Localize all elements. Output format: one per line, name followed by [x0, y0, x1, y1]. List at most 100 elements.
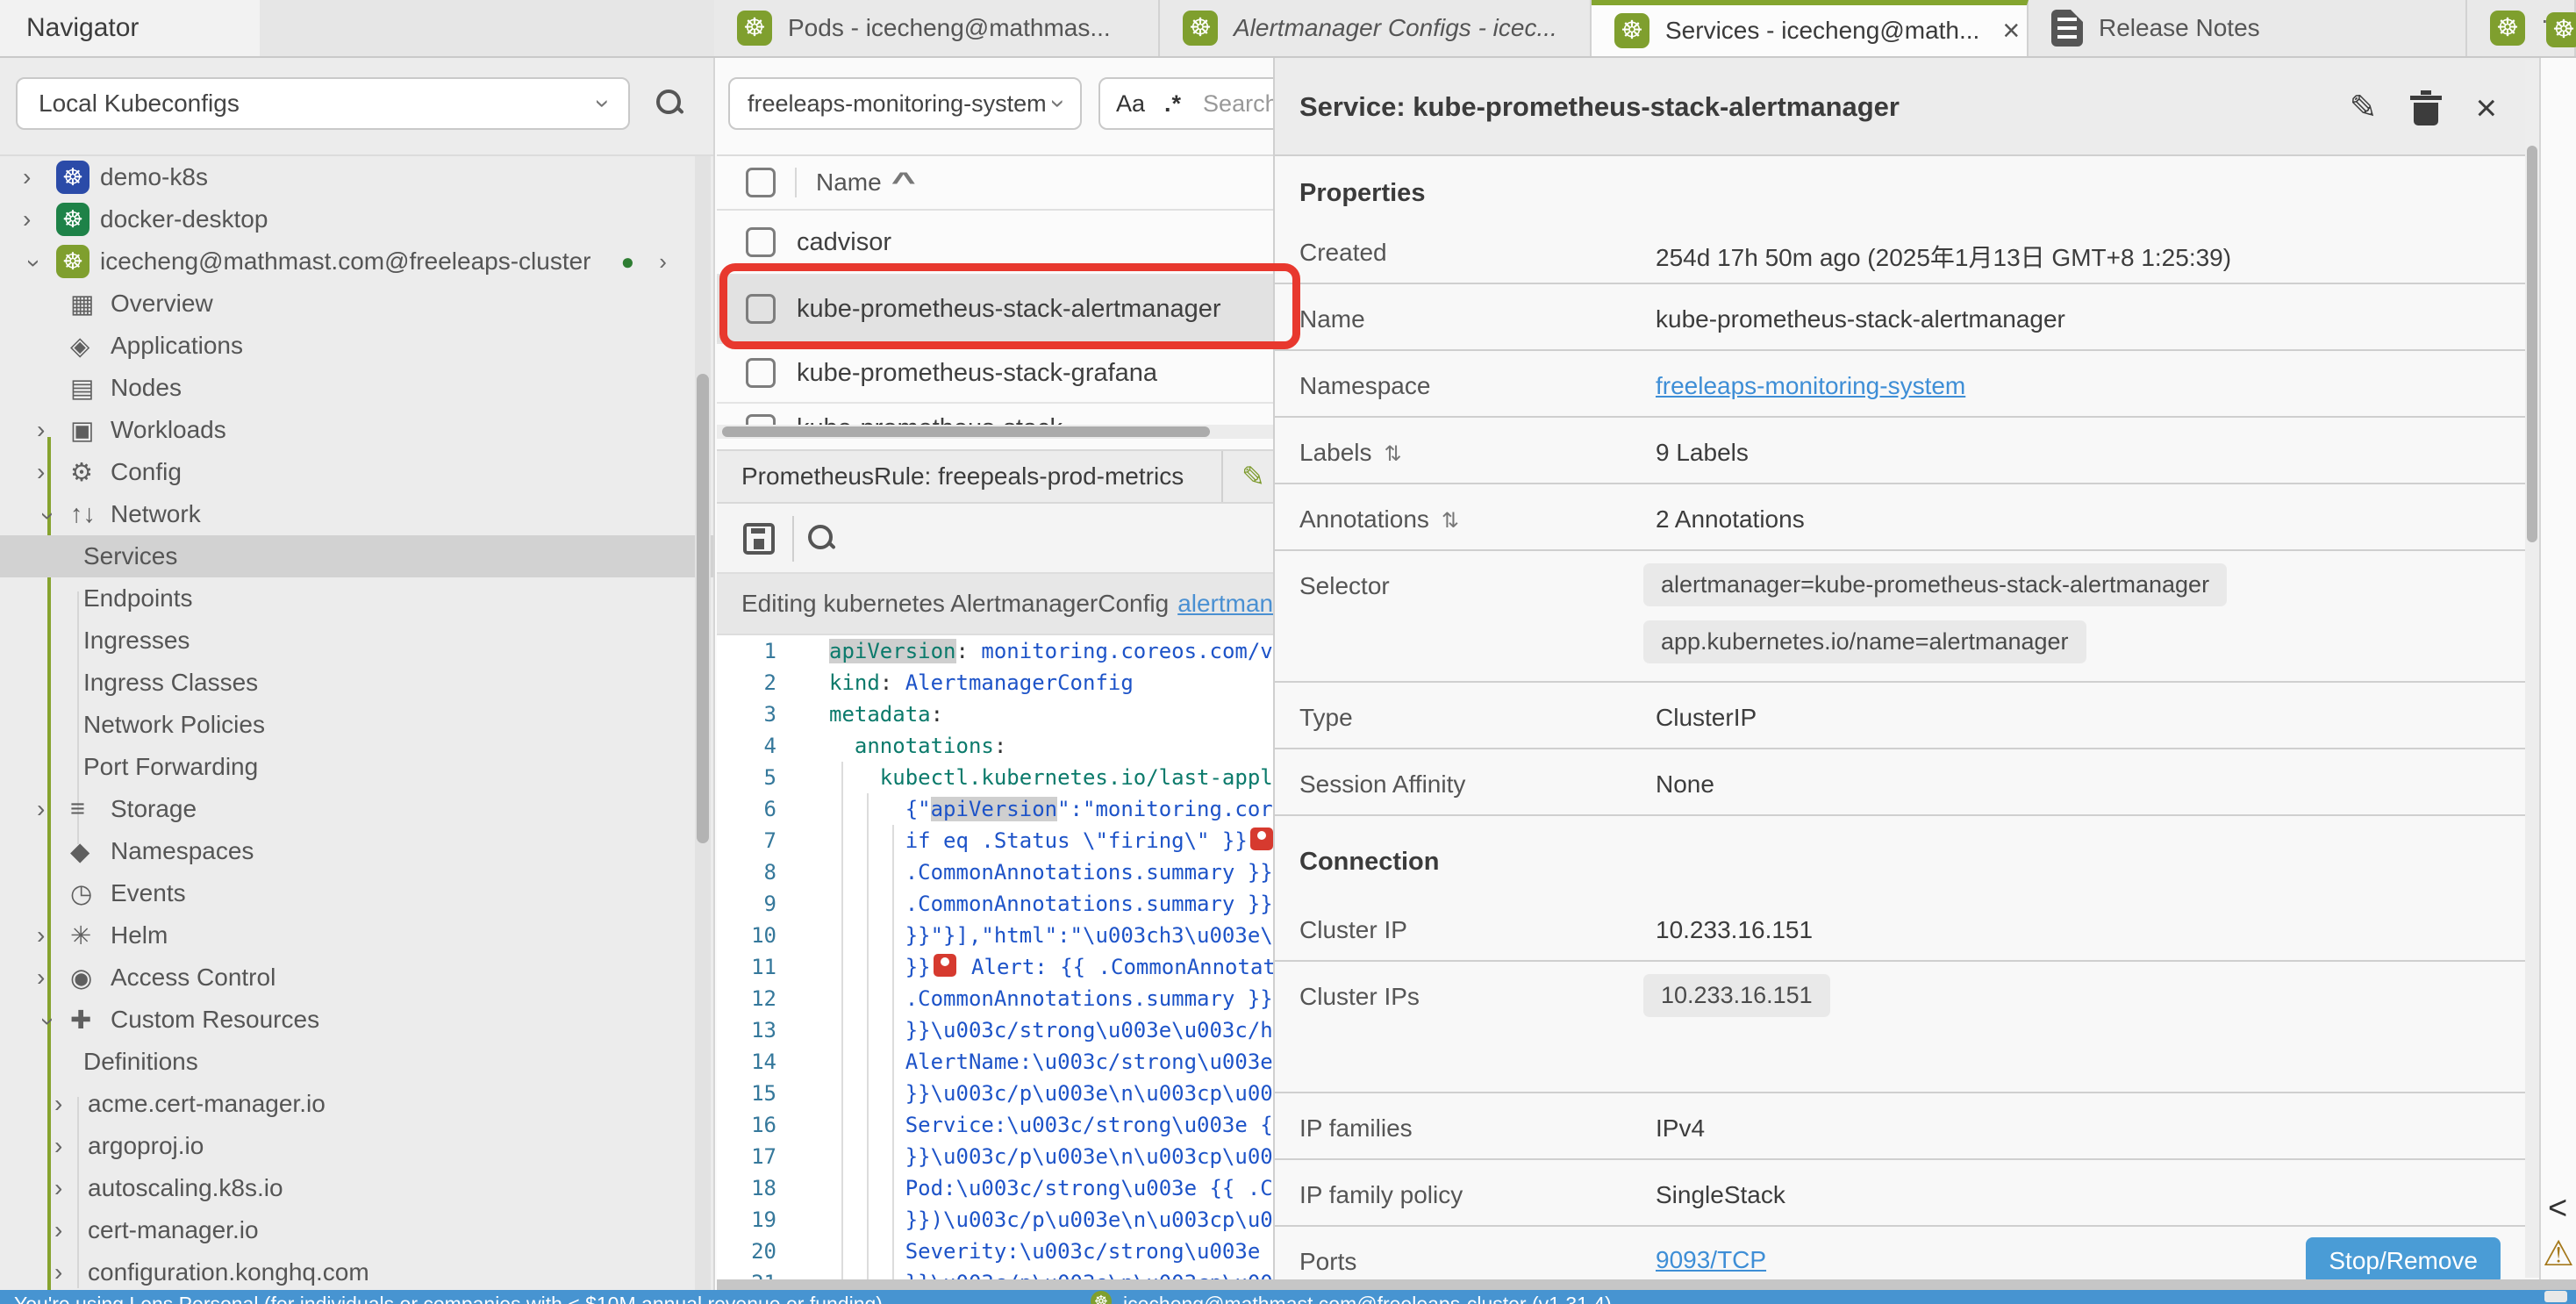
- edit-icon[interactable]: ✎: [1241, 460, 1265, 493]
- close-icon[interactable]: ×: [2475, 90, 2497, 125]
- line-number: 5: [717, 762, 776, 793]
- chevron-right-icon[interactable]: ›: [54, 1216, 88, 1244]
- chevron-right-icon[interactable]: ›: [37, 795, 70, 823]
- sidebar-item-services[interactable]: Services: [0, 535, 715, 577]
- edit-icon[interactable]: ✎: [2350, 88, 2378, 127]
- chevron-right-icon[interactable]: ›: [659, 248, 667, 276]
- chevron-down-icon[interactable]: ›: [34, 1005, 62, 1038]
- code-text: .CommonAnnotations.summary }}-: [776, 856, 1273, 888]
- code-text: Pod:\u003c/strong\u003e {{ .Comm: [776, 1172, 1273, 1204]
- chevron-right-icon[interactable]: ›: [37, 416, 70, 444]
- kubeconfig-select[interactable]: Local Kubeconfigs ›: [16, 77, 630, 130]
- chevron-right-icon[interactable]: ›: [37, 921, 70, 949]
- name-column-header[interactable]: Name: [816, 168, 882, 197]
- row-checkbox[interactable]: [746, 414, 776, 425]
- status-corner-widget[interactable]: [2544, 1291, 2567, 1302]
- select-all-checkbox[interactable]: [746, 168, 776, 197]
- chevron-right-icon[interactable]: ›: [54, 1090, 88, 1118]
- match-case-icon[interactable]: Aa: [1116, 90, 1145, 118]
- delete-icon[interactable]: [2412, 90, 2440, 125]
- list-search-input[interactable]: Aa .* Search: [1098, 77, 1273, 130]
- chevron-right-icon[interactable]: ›: [37, 964, 70, 992]
- chevron-down-icon[interactable]: ›: [20, 247, 48, 280]
- sidebar-item-endpoints[interactable]: Endpoints: [0, 577, 715, 620]
- code-line: 10 }}"}],"html":"\u003ch3\u003e\u003cst: [717, 920, 1273, 951]
- namespace-select-value: freeleaps-monitoring-system: [748, 90, 1047, 118]
- close-icon[interactable]: ×: [2002, 14, 2020, 48]
- sort-asc-icon[interactable]: ^: [891, 168, 915, 197]
- chevron-right-icon[interactable]: ›: [23, 163, 56, 191]
- sidebar-item-port-forwarding[interactable]: Port Forwarding: [0, 746, 715, 788]
- sidebar-item-label: Nodes: [111, 374, 182, 402]
- sidebar-item-helm[interactable]: ›✳Helm: [0, 914, 715, 957]
- chevron-down-icon[interactable]: ›: [34, 499, 62, 533]
- sidebar-item-config[interactable]: ›⚙Config: [0, 451, 715, 493]
- line-number: 14: [717, 1046, 776, 1078]
- sidebar-item-network-policies[interactable]: Network Policies: [0, 704, 715, 746]
- sidebar-item-ingresses[interactable]: Ingresses: [0, 620, 715, 662]
- save-icon[interactable]: [743, 523, 775, 555]
- sidebar-item-nodes[interactable]: ▤Nodes: [0, 367, 715, 409]
- sidebar-item-autoscaling-k8s-io[interactable]: ›autoscaling.k8s.io: [0, 1167, 715, 1209]
- port-link-9093-tcp[interactable]: 9093/TCP: [1656, 1246, 1766, 1274]
- sidebar-item-applications[interactable]: ◈Applications: [0, 325, 715, 367]
- sidebar-item-demo-k8s[interactable]: ›☸demo-k8s: [0, 156, 715, 198]
- chevron-right-icon[interactable]: ›: [23, 205, 56, 233]
- table-row-kube-prometheus-stack[interactable]: kube-prometheus-stack-: [717, 404, 1273, 425]
- sidebar-item-icecheng-mathmast-com-freeleap[interactable]: ›☸icecheng@mathmast.com@freeleaps-cluste…: [0, 240, 715, 283]
- sidebar-scrollbar-thumb[interactable]: [697, 374, 709, 843]
- drawer-scrollbar-thumb[interactable]: [2527, 146, 2537, 542]
- editing-banner-link[interactable]: alertmanager: [1177, 590, 1273, 618]
- tab-release-notes[interactable]: Release Notes: [2029, 0, 2467, 56]
- chevron-right-icon[interactable]: ›: [54, 1258, 88, 1286]
- sidebar-item-workloads[interactable]: ›▣Workloads: [0, 409, 715, 451]
- toggle-icon[interactable]: ⇅: [1385, 442, 1402, 466]
- row-checkbox[interactable]: [746, 358, 776, 388]
- navigator-label: Navigator: [26, 13, 139, 43]
- sidebar-item-custom-resources[interactable]: ›✚Custom Resources: [0, 999, 715, 1041]
- search-icon[interactable]: [656, 90, 683, 116]
- editor-search-icon[interactable]: [808, 525, 834, 551]
- row-checkbox[interactable]: [746, 227, 776, 257]
- tab-pods-icecheng-mathmas[interactable]: ☸Pods - icecheng@mathmas...: [714, 0, 1160, 56]
- column-divider: [795, 168, 797, 197]
- sidebar-item-label: Port Forwarding: [83, 753, 258, 781]
- tab-services-icecheng-math[interactable]: ☸Services - icecheng@math...×: [1592, 0, 2029, 56]
- sidebar-item-events[interactable]: ◷Events: [0, 872, 715, 914]
- namespace-select[interactable]: freeleaps-monitoring-system ›: [728, 77, 1082, 130]
- regex-icon[interactable]: .*: [1164, 90, 1182, 118]
- sidebar-item-configuration-konghq-com[interactable]: ›configuration.konghq.com: [0, 1251, 715, 1290]
- line-number: 9: [717, 888, 776, 920]
- code-text: if eq .Status \"firing\" }}: [776, 825, 1273, 856]
- tab-alertmanager-configs-icec[interactable]: ☸Alertmanager Configs - icec...: [1160, 0, 1592, 56]
- collapse-chevron-icon[interactable]: <: [2548, 1190, 2567, 1228]
- sidebar-item-definitions[interactable]: Definitions: [0, 1041, 715, 1083]
- toggle-icon[interactable]: ⇅: [1442, 509, 1459, 533]
- code-token: monitoring.coreos.com/v1alpha1: [981, 639, 1273, 663]
- table-row-kube-prometheus-stack-grafana[interactable]: kube-prometheus-stack-grafana: [717, 344, 1273, 404]
- detail-row-ip-families: IP familiesIPv4: [1275, 1093, 2539, 1160]
- sidebar-item-overview[interactable]: ▦Overview: [0, 283, 715, 325]
- sidebar-item-cert-manager-io[interactable]: ›cert-manager.io: [0, 1209, 715, 1251]
- sidebar-item-docker-desktop[interactable]: ›☸docker-desktop: [0, 198, 715, 240]
- detail-link-freeleaps-monitoring-system[interactable]: freeleaps-monitoring-system: [1656, 372, 1965, 400]
- chevron-right-icon[interactable]: ›: [54, 1174, 88, 1202]
- sidebar-item-argoproj-io[interactable]: ›argoproj.io: [0, 1125, 715, 1167]
- sidebar-item-namespaces[interactable]: ◆Namespaces: [0, 830, 715, 872]
- table-scrollbar-thumb[interactable]: [722, 426, 1210, 437]
- sidebar-item-network[interactable]: ›↑↓Network: [0, 493, 715, 535]
- sidebar-item-storage[interactable]: ›≡Storage: [0, 788, 715, 830]
- detail-value: SingleStack: [1656, 1181, 1785, 1209]
- prometheus-rule-bar[interactable]: PrometheusRule: freepeals-prod-metrics ✎: [717, 449, 1273, 504]
- sidebar-item-access-control[interactable]: ›◉Access Control: [0, 957, 715, 999]
- detail-label: Cluster IPs: [1299, 983, 1420, 1011]
- table-horizontal-scrollbar[interactable]: [717, 425, 1273, 439]
- sidebar-item-ingress-classes[interactable]: Ingress Classes: [0, 662, 715, 704]
- sidebar-item-label: argoproj.io: [88, 1132, 204, 1160]
- stop-remove-button[interactable]: Stop/Remove: [2306, 1237, 2501, 1279]
- chevron-right-icon[interactable]: ›: [37, 458, 70, 486]
- chevron-right-icon[interactable]: ›: [54, 1132, 88, 1160]
- code-line: 19 }})\u003c/p\u003e\n\u003cp\u003e: [717, 1204, 1273, 1236]
- yaml-editor[interactable]: 1apiVersion: monitoring.coreos.com/v1alp…: [717, 635, 1273, 1279]
- sidebar-item-acme-cert-manager-io[interactable]: ›acme.cert-manager.io: [0, 1083, 715, 1125]
